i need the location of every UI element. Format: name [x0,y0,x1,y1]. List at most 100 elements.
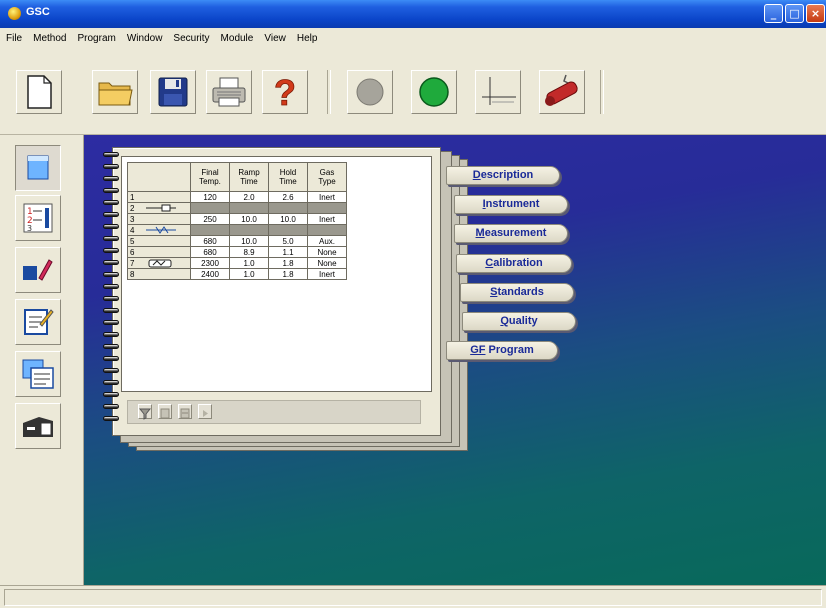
table-row[interactable]: 4 [127,224,347,236]
menu-help[interactable]: Help [291,28,323,44]
tab-quality-hotkey: Q [500,315,509,327]
folder-icon [98,82,133,106]
status-bar [0,585,826,608]
menu-window[interactable]: Window [121,28,168,44]
module-sidebar: 123 [0,135,84,585]
tab-standards[interactable]: Standards [460,283,574,302]
ramp-time-cell[interactable] [229,202,269,214]
ramp-time-cell[interactable]: 1.0 [229,268,269,280]
table-row[interactable]: 1 120 2.0 2.6 Inert [127,191,347,203]
gas-type-cell[interactable]: Inert [307,191,347,203]
table-row[interactable]: 3 250 10.0 10.0 Inert [127,213,347,225]
hold-time-cell[interactable]: 5.0 [268,235,308,247]
tab-measurement[interactable]: Measurement [454,224,568,243]
funnel-icon [138,408,152,420]
gas-type-cell[interactable] [307,202,347,214]
step-navigation-bar [127,400,421,424]
print-button[interactable] [206,70,252,114]
hold-time-cell[interactable]: 1.1 [268,246,308,258]
stacked-pages-icon [22,359,54,389]
edit-report-button[interactable] [15,299,61,345]
menu-file[interactable]: File [0,28,27,44]
gas-type-cell[interactable]: None [307,246,347,258]
hold-time-cell[interactable]: 2.6 [268,191,308,203]
spiral-ring [103,152,119,157]
data-pages-button[interactable] [15,351,61,397]
gas-type-cell[interactable]: None [307,257,347,269]
tab-calibration[interactable]: Calibration [456,254,572,273]
table-row[interactable]: 5 680 10.0 5.0 Aux. [127,235,347,247]
hold-time-cell[interactable] [268,202,308,214]
menu-view[interactable]: View [258,28,291,44]
new-document-button[interactable] [16,70,62,114]
grey-circle-icon [356,78,384,106]
tab-description[interactable]: Description [446,166,560,185]
final-temp-cell[interactable] [190,224,230,236]
step-number: 6 [127,246,191,258]
close-button[interactable]: × [806,4,825,23]
beaker-module-button[interactable] [15,145,61,191]
instrument-button[interactable] [15,403,61,449]
tab-description-hotkey: D [472,169,481,181]
toolbar-separator [327,70,331,114]
gas-type-cell[interactable]: Aux. [307,235,347,247]
tab-instrument[interactable]: Instrument [454,195,568,214]
table-row[interactable]: 8 2400 1.0 1.8 Inert [127,268,347,280]
table-row[interactable]: 2 [127,202,347,214]
graph-button[interactable] [475,70,521,114]
minimize-button[interactable]: _ [764,4,783,23]
final-temp-cell[interactable]: 680 [190,246,230,258]
axes-graph-icon [482,77,516,105]
final-temp-cell[interactable] [190,202,230,214]
table-row[interactable]: 6 680 8.9 1.1 None [127,246,347,258]
hold-time-cell[interactable]: 10.0 [268,213,308,225]
spiral-ring [103,320,119,325]
final-temp-cell[interactable]: 680 [190,235,230,247]
tab-gf-program[interactable]: GF Program [446,341,558,360]
hold-time-cell[interactable]: 1.8 [268,268,308,280]
new-document-icon [27,75,52,109]
step-number: 3 [127,213,191,225]
ramp-time-cell[interactable]: 8.9 [229,246,269,258]
maximize-button[interactable]: □ [785,4,804,23]
final-temp-cell[interactable]: 250 [190,213,230,225]
sample-insert-icon [146,204,176,212]
stop-button[interactable] [347,70,393,114]
tab-quality[interactable]: Quality [462,312,576,331]
title-bar: GSC _ □ × [0,0,826,28]
workspace: Final Temp. Ramp Time Hold Time Gas Type… [84,135,826,585]
next-step-button[interactable] [198,404,212,419]
save-button[interactable] [150,70,196,114]
step-cell: 2 [127,202,191,214]
delete-step-button[interactable] [178,404,192,419]
hold-time-cell[interactable]: 1.8 [268,257,308,269]
menu-module[interactable]: Module [215,28,259,44]
final-temp-header: Final Temp. [190,162,230,192]
filter-button[interactable] [138,404,152,420]
ramp-time-cell[interactable]: 10.0 [229,235,269,247]
svg-text:3: 3 [27,224,32,233]
gas-type-cell[interactable] [307,224,347,236]
final-temp-cell[interactable]: 120 [190,191,230,203]
sequence-list-button[interactable]: 123 [15,195,61,241]
menu-method[interactable]: Method [27,28,71,44]
furnace-button[interactable] [539,70,585,114]
menu-security[interactable]: Security [167,28,214,44]
ramp-time-cell[interactable]: 1.0 [229,257,269,269]
menu-program[interactable]: Program [71,28,120,44]
help-button[interactable]: ? [262,70,308,114]
insert-step-button[interactable] [158,404,172,419]
sample-button[interactable] [15,247,61,293]
ramp-time-cell[interactable]: 2.0 [229,191,269,203]
final-temp-cell[interactable]: 2300 [190,257,230,269]
ramp-time-cell[interactable] [229,224,269,236]
final-temp-cell[interactable]: 2400 [190,268,230,280]
open-folder-button[interactable] [92,70,138,114]
gas-type-cell[interactable]: Inert [307,268,347,280]
hold-time-cell[interactable] [268,224,308,236]
table-row[interactable]: 7 2300 1.0 1.8 None [127,257,347,269]
start-button[interactable] [411,70,457,114]
printer-icon [212,77,246,107]
ramp-time-cell[interactable]: 10.0 [229,213,269,225]
gas-type-cell[interactable]: Inert [307,213,347,225]
